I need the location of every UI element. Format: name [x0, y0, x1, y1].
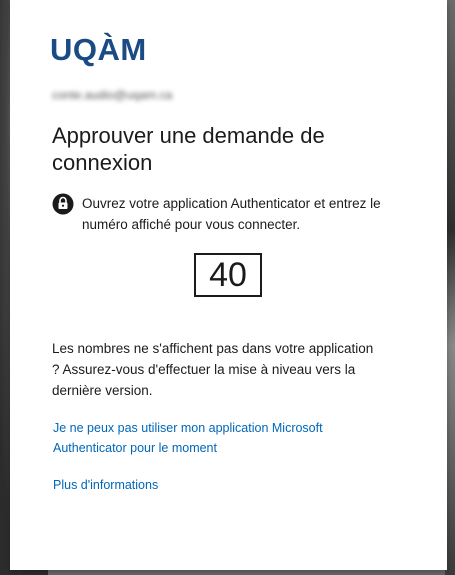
cannot-use-authenticator-link[interactable]: Je ne peux pas utiliser mon application … [53, 418, 353, 458]
page-title: Approuver une demande de connexion [52, 123, 325, 175]
version-notice: Les nombres ne s'affichent pas dans votr… [52, 341, 374, 398]
sign-in-card: UQÀM conte.audio@uqam.ca Approuver une d… [10, 0, 447, 570]
instruction-text: Ouvrez votre application Authenticator e… [82, 196, 381, 232]
more-info-link[interactable]: Plus d'informations [53, 475, 158, 495]
display-code: 40 [194, 253, 262, 297]
background-right-edge [447, 0, 455, 575]
uqam-logo: UQÀM [50, 32, 147, 67]
instruction-row: Ouvrez votre application Authenticator e… [52, 193, 412, 235]
authenticator-lock-icon [52, 193, 74, 215]
account-email: conte.audio@uqam.ca [52, 88, 173, 102]
